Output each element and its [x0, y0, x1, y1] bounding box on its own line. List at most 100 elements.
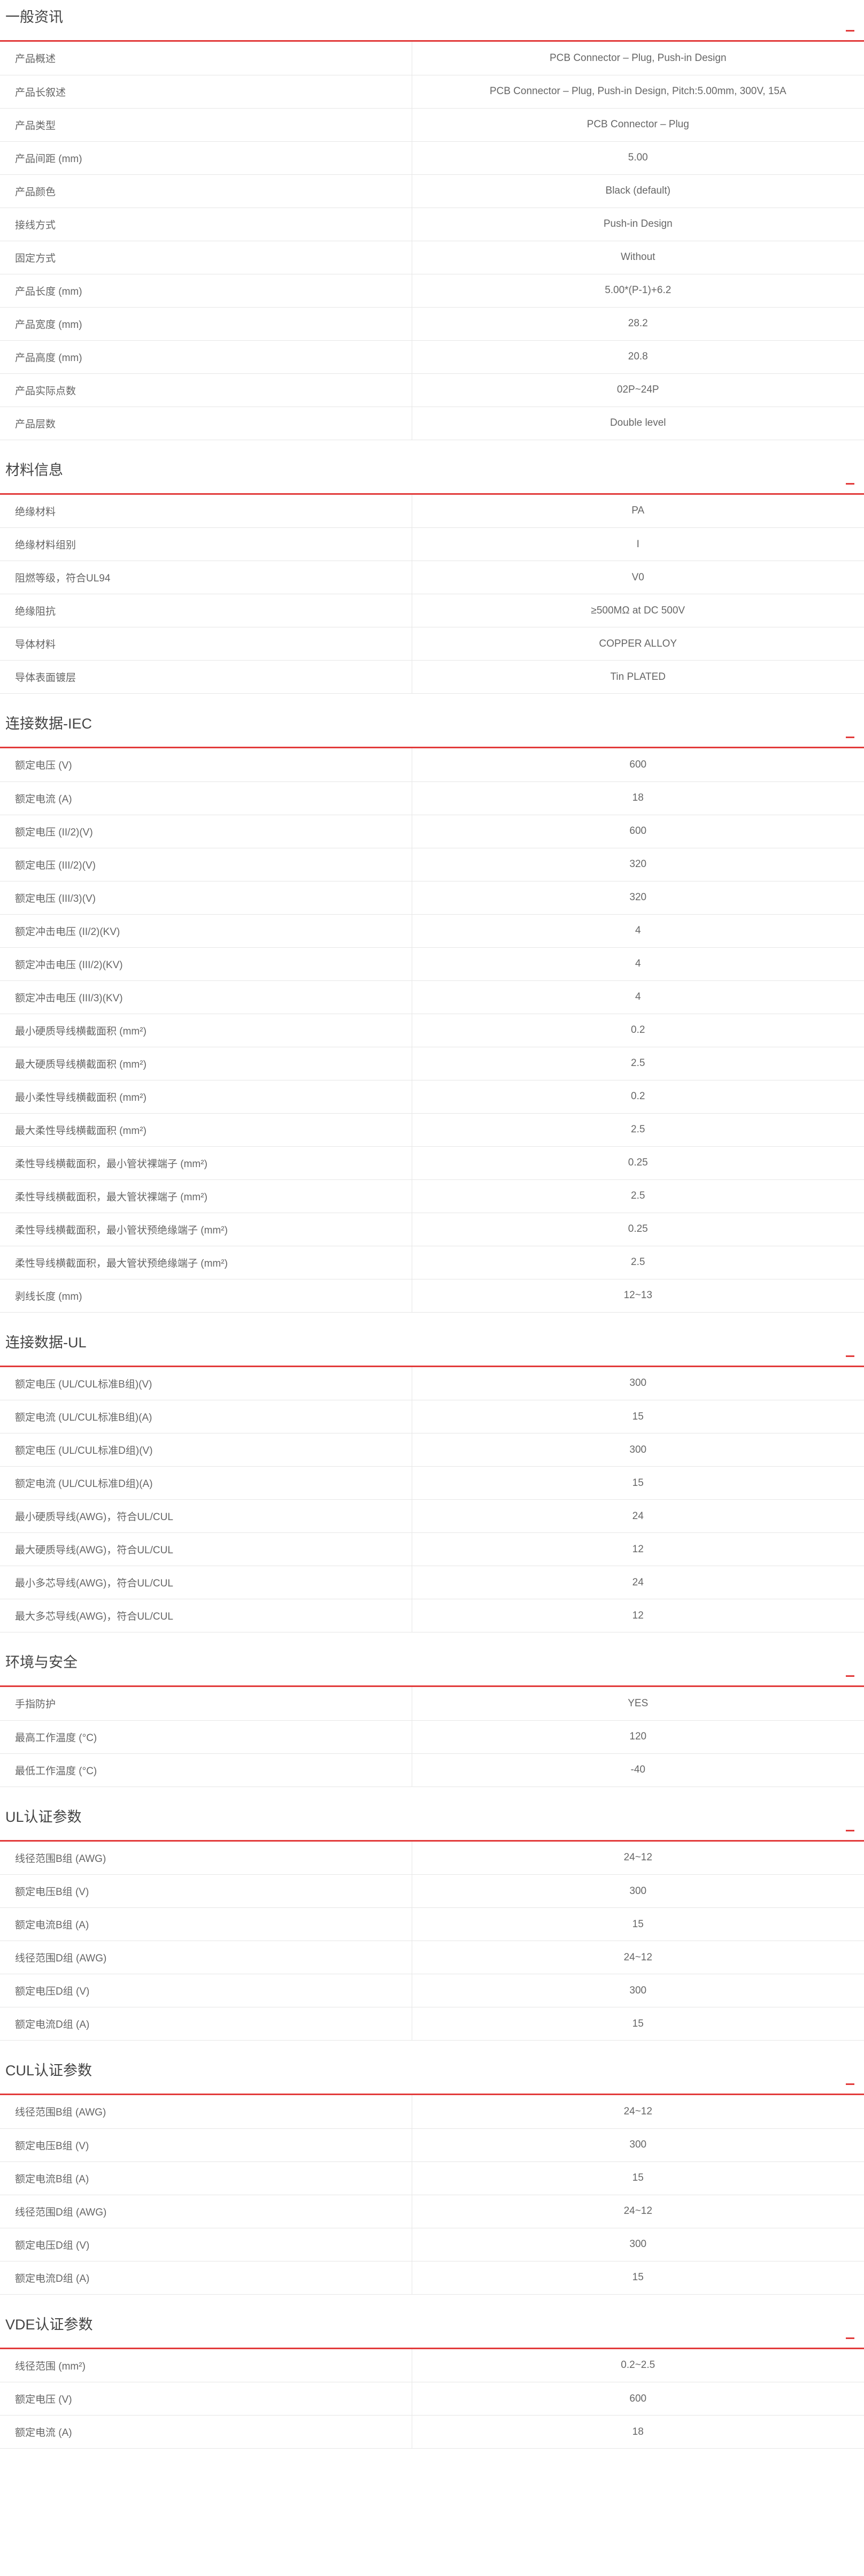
spec-value: 600: [412, 815, 864, 848]
spec-value: Without: [412, 241, 864, 274]
table-row: 柔性导线横截面积，最小管状预绝缘端子 (mm²) 0.25: [0, 1213, 864, 1246]
table-row: 柔性导线横截面积，最大管状预绝缘端子 (mm²) 2.5: [0, 1246, 864, 1279]
collapse-minus-icon[interactable]: [846, 2083, 854, 2085]
spec-label: 额定电流D组 (A): [0, 2261, 412, 2295]
spec-table: 线径范围B组 (AWG) 24~12 额定电压B组 (V) 300 额定电流B组 (A)…: [0, 2095, 864, 2295]
spec-label: 最大柔性导线横截面积 (mm²): [0, 1113, 412, 1147]
section-header[interactable]: UL认证参数: [0, 1800, 864, 1842]
spec-value: 12: [412, 1532, 864, 1566]
spec-value: 02P~24P: [412, 373, 864, 407]
spec-label: 固定方式: [0, 241, 412, 274]
spec-value: 0.2: [412, 1014, 864, 1047]
spec-value: 600: [412, 2382, 864, 2416]
section-header[interactable]: 环境与安全: [0, 1645, 864, 1687]
table-row: 剥线长度 (mm) 12~13: [0, 1279, 864, 1313]
spec-label: 最小硬质导线横截面积 (mm²): [0, 1014, 412, 1047]
collapse-minus-icon[interactable]: [846, 1829, 854, 1831]
spec-value: 15: [412, 1466, 864, 1500]
collapse-minus-icon[interactable]: [846, 30, 854, 32]
table-row: 最大硬质导线(AWG)，符合UL/CUL 12: [0, 1532, 864, 1566]
collapse-minus-icon[interactable]: [846, 2337, 854, 2339]
spec-value: 18: [412, 2415, 864, 2449]
table-row: 最小硬质导线(AWG)，符合UL/CUL 24: [0, 1499, 864, 1533]
spec-label: 额定电流 (A): [0, 781, 412, 815]
spec-value: PA: [412, 494, 864, 528]
spec-value: 0.25: [412, 1146, 864, 1180]
spec-label: 产品宽度 (mm): [0, 307, 412, 341]
section-header[interactable]: CUL认证参数: [0, 2053, 864, 2095]
spec-label: 最低工作温度 (°C): [0, 1753, 412, 1787]
spec-value: 300: [412, 1974, 864, 2007]
section-header[interactable]: 连接数据-IEC: [0, 707, 864, 748]
spec-value: 24: [412, 1566, 864, 1599]
spec-section: 连接数据-IEC 额定电压 (V) 600 额定电流 (A) 18 额定电压 (II/2)…: [0, 707, 864, 1325]
collapse-minus-icon[interactable]: [846, 737, 854, 738]
table-row: 额定电流B组 (A) 15: [0, 1907, 864, 1941]
spec-section: VDE认证参数 线径范围 (mm²) 0.2~2.5 额定电压 (V) 600 额定电流 …: [0, 2307, 864, 2462]
spec-label: 最小柔性导线横截面积 (mm²): [0, 1080, 412, 1114]
spec-label: 额定电流 (UL/CUL标准B组)(A): [0, 1400, 412, 1433]
table-row: 额定电压D组 (V) 300: [0, 1974, 864, 2007]
table-row: 额定电压 (III/3)(V) 320: [0, 881, 864, 915]
spec-label: 绝缘材料组别: [0, 527, 412, 561]
section-title: 材料信息: [5, 462, 63, 478]
spec-label: 产品颜色: [0, 174, 412, 208]
collapse-minus-icon[interactable]: [846, 1675, 854, 1677]
table-row: 额定电压 (V) 600: [0, 2382, 864, 2416]
spec-label: 产品概述: [0, 42, 412, 75]
table-row: 额定电流 (UL/CUL标准D组)(A) 15: [0, 1466, 864, 1500]
table-row: 线径范围 (mm²) 0.2~2.5: [0, 2349, 864, 2382]
spec-table: 绝缘材料 PA 绝缘材料组别 I 阻燃等级，符合UL94 V0 绝缘阻抗 ≥500MΩ at …: [0, 494, 864, 694]
table-row: 产品概述 PCB Connector – Plug, Push-in Design: [0, 42, 864, 75]
spec-value: 300: [412, 2128, 864, 2162]
table-row: 产品高度 (mm) 20.8: [0, 340, 864, 374]
table-row: 额定电流D组 (A) 15: [0, 2007, 864, 2041]
table-row: 导体材料 COPPER ALLOY: [0, 627, 864, 661]
table-row: 额定电压D组 (V) 300: [0, 2228, 864, 2261]
table-row: 导体表面镀层 Tin PLATED: [0, 660, 864, 694]
table-row: 柔性导线横截面积，最小管状裸端子 (mm²) 0.25: [0, 1146, 864, 1180]
table-row: 额定电流 (A) 18: [0, 781, 864, 815]
section-title: 环境与安全: [5, 1654, 78, 1670]
section-header[interactable]: 一般资讯: [0, 0, 864, 42]
collapse-minus-icon[interactable]: [846, 482, 854, 485]
collapse-minus-icon[interactable]: [846, 1355, 854, 1357]
spec-label: 阻燃等级，符合UL94: [0, 561, 412, 594]
spec-value: 4: [412, 980, 864, 1014]
spec-table: 手指防护 YES 最高工作温度 (°C) 120 最低工作温度 (°C) -40: [0, 1687, 864, 1787]
spec-label: 产品长叙述: [0, 75, 412, 109]
table-row: 线径范围D组 (AWG) 24~12: [0, 2195, 864, 2228]
spec-label: 额定冲击电压 (III/3)(KV): [0, 980, 412, 1014]
section-header[interactable]: 连接数据-UL: [0, 1325, 864, 1367]
section-header[interactable]: VDE认证参数: [0, 2307, 864, 2349]
spec-value: Tin PLATED: [412, 660, 864, 694]
table-row: 额定电压B组 (V) 300: [0, 1874, 864, 1908]
spec-value: ≥500MΩ at DC 500V: [412, 594, 864, 627]
spec-label: 导体材料: [0, 627, 412, 661]
spec-value: 15: [412, 2261, 864, 2295]
spec-label: 额定冲击电压 (II/2)(KV): [0, 914, 412, 948]
section-header[interactable]: 材料信息: [0, 453, 864, 495]
spec-table: 线径范围B组 (AWG) 24~12 额定电压B组 (V) 300 额定电流B组 (A)…: [0, 1841, 864, 2041]
spec-label: 绝缘阻抗: [0, 594, 412, 627]
spec-value: Push-in Design: [412, 208, 864, 241]
spec-value: 24~12: [412, 2095, 864, 2129]
table-row: 额定电压 (V) 600: [0, 748, 864, 782]
spec-value: 12~13: [412, 1279, 864, 1313]
spec-label: 线径范围B组 (AWG): [0, 2095, 412, 2129]
table-row: 最高工作温度 (°C) 120: [0, 1720, 864, 1754]
spec-section: UL认证参数 线径范围B组 (AWG) 24~12 额定电压B组 (V) 300 额定电流…: [0, 1800, 864, 2054]
spec-value: 15: [412, 1907, 864, 1941]
spec-label: 额定电流 (UL/CUL标准D组)(A): [0, 1466, 412, 1500]
section-title: 一般资讯: [5, 9, 63, 25]
spec-value: 300: [412, 2228, 864, 2261]
spec-value: 12: [412, 1599, 864, 1632]
spec-label: 额定电压 (III/2)(V): [0, 848, 412, 881]
table-row: 线径范围D组 (AWG) 24~12: [0, 1941, 864, 1974]
spec-label: 额定冲击电压 (III/2)(KV): [0, 947, 412, 981]
